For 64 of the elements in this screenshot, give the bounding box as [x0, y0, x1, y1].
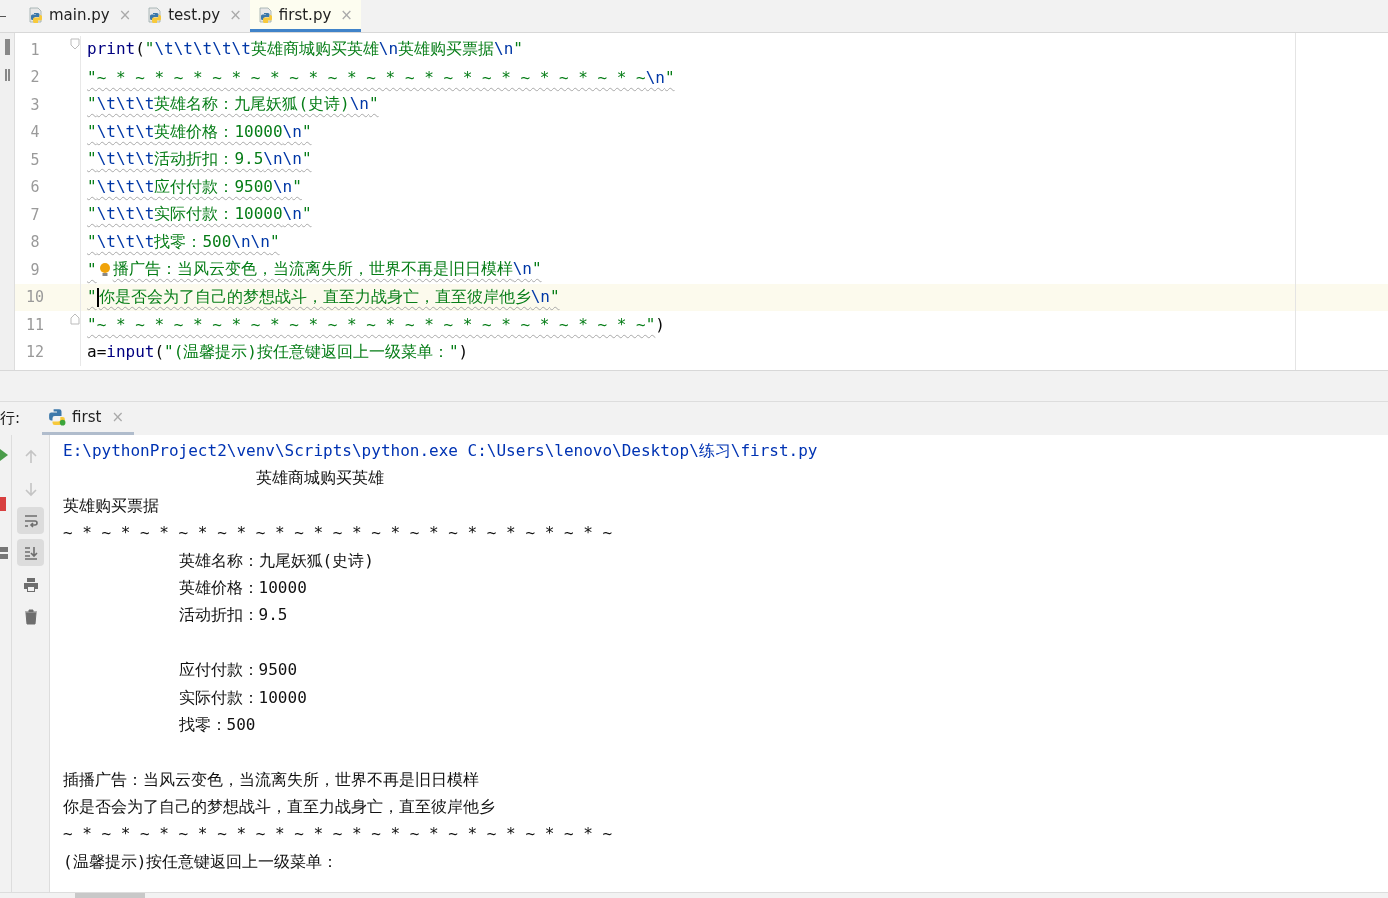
- tab-label: main.py: [49, 5, 110, 24]
- code-line: "\t\t\t英雄价格：10000\n": [87, 121, 312, 143]
- code-line: "\t\t\t活动折扣：9.5\n\n": [87, 149, 312, 171]
- code-line: "\t\t\t实际付款：10000\n": [87, 204, 312, 226]
- scrollbar-thumb[interactable]: [75, 893, 145, 898]
- wrap-icon[interactable]: [17, 507, 44, 534]
- console-line: 插播广告：当风云变色，当流离失所，世界不再是旧日模样: [63, 768, 480, 791]
- editor-tab[interactable]: main.py ×: [20, 0, 140, 32]
- console-line: 英雄名称：九尾妖狐(史诗): [177, 549, 375, 572]
- line-number: 12: [24, 343, 46, 362]
- console-line: E:\pythonProject2\venv\Scripts\python.exe C:\Users\lenovo\Desktop\练习\first.py: [63, 440, 818, 462]
- line-number: 10: [24, 288, 46, 307]
- code-line: "你是否会为了自己的梦想战斗，直至力战身亡，直至彼岸他乡\n": [87, 286, 560, 308]
- console-line: ~ * ~ * ~ * ~ * ~ * ~ * ~ * ~ * ~ * ~ * ~ * ~ * ~ * ~ * ~: [63, 823, 614, 846]
- console-line: 实际付款：10000: [177, 686, 308, 709]
- line-number: 2: [29, 68, 41, 87]
- console-line: 你是否会为了自己的梦想战斗，直至力战身亡，直至彼岸他乡: [63, 796, 496, 819]
- code-line: print("\t\t\t\t\t英雄商城购买英雄\n英雄购买票据\n": [87, 39, 523, 61]
- console-line: 英雄购买票据: [63, 494, 160, 517]
- code-line: "~ * ~ * ~ * ~ * ~ * ~ * ~ * ~ * ~ * ~ * ~ * ~ * ~ * ~ * ~\n": [87, 67, 675, 87]
- line-number: 11: [24, 315, 46, 334]
- python-file-icon: [257, 6, 274, 23]
- code-line: "\t\t\t英雄名称：九尾妖狐(史诗)\n": [87, 94, 379, 116]
- tab-label: test.py: [168, 5, 221, 24]
- structure-icon[interactable]: [4, 69, 10, 81]
- python-file-icon: [28, 6, 44, 23]
- code-line: 播广告：当风云变色，当流离失所，世界不再是旧日模样\n": [112, 259, 542, 281]
- console-line: 活动折扣：9.5: [177, 604, 289, 627]
- line-number: 5: [29, 150, 41, 169]
- tab-label: first.py: [278, 5, 332, 24]
- console-line: 应付付款：9500: [177, 659, 299, 682]
- python-icon: [48, 408, 67, 426]
- line-number: 3: [29, 95, 41, 114]
- line-number: 4: [29, 123, 41, 142]
- console-line: (温馨提示)按任意键返回上一级菜单：: [63, 850, 340, 873]
- code-line: "~ * ~ * ~ * ~ * ~ * ~ * ~ * ~ * ~ * ~ * ~ * ~ * ~ * ~ * ~"): [87, 315, 665, 335]
- fold-icon[interactable]: [70, 38, 80, 50]
- python-file-icon: [147, 6, 164, 23]
- line-number: 1: [29, 40, 41, 59]
- run-tab[interactable]: first ×: [42, 402, 134, 435]
- text-caret: [96, 287, 99, 307]
- code-line: a=input("(温馨提示)按任意键返回上一级菜单："): [87, 341, 469, 363]
- console-line: 英雄商城购买英雄: [254, 467, 385, 490]
- code-line: ": [87, 260, 97, 280]
- run-label: 行:: [0, 409, 21, 428]
- lightbulb-icon[interactable]: [98, 261, 111, 278]
- line-number: 8: [29, 233, 41, 252]
- code-line: "\t\t\t应付付款：9500\n": [87, 176, 302, 198]
- console-line: 英雄价格：10000: [177, 576, 308, 599]
- console-line: 找零：500: [177, 713, 257, 736]
- layout-icon[interactable]: [0, 547, 8, 559]
- bookmark-icon[interactable]: [4, 39, 10, 55]
- line-number: 9: [29, 260, 41, 279]
- play-icon[interactable]: [0, 449, 8, 461]
- minus-icon[interactable]: [0, 15, 6, 17]
- code-line: "\t\t\t找零：500\n\n": [87, 231, 280, 253]
- editor-tab[interactable]: first.py ×: [249, 0, 361, 32]
- scroll-end-icon[interactable]: [17, 539, 44, 566]
- code-editor[interactable]: [15, 33, 1388, 370]
- fold-icon[interactable]: [70, 313, 80, 325]
- line-number: 6: [29, 178, 41, 197]
- console-line: ~ * ~ * ~ * ~ * ~ * ~ * ~ * ~ * ~ * ~ * ~ * ~ * ~ * ~ * ~: [63, 522, 614, 545]
- editor-tab[interactable]: test.py ×: [139, 0, 250, 32]
- line-number: 7: [29, 205, 41, 224]
